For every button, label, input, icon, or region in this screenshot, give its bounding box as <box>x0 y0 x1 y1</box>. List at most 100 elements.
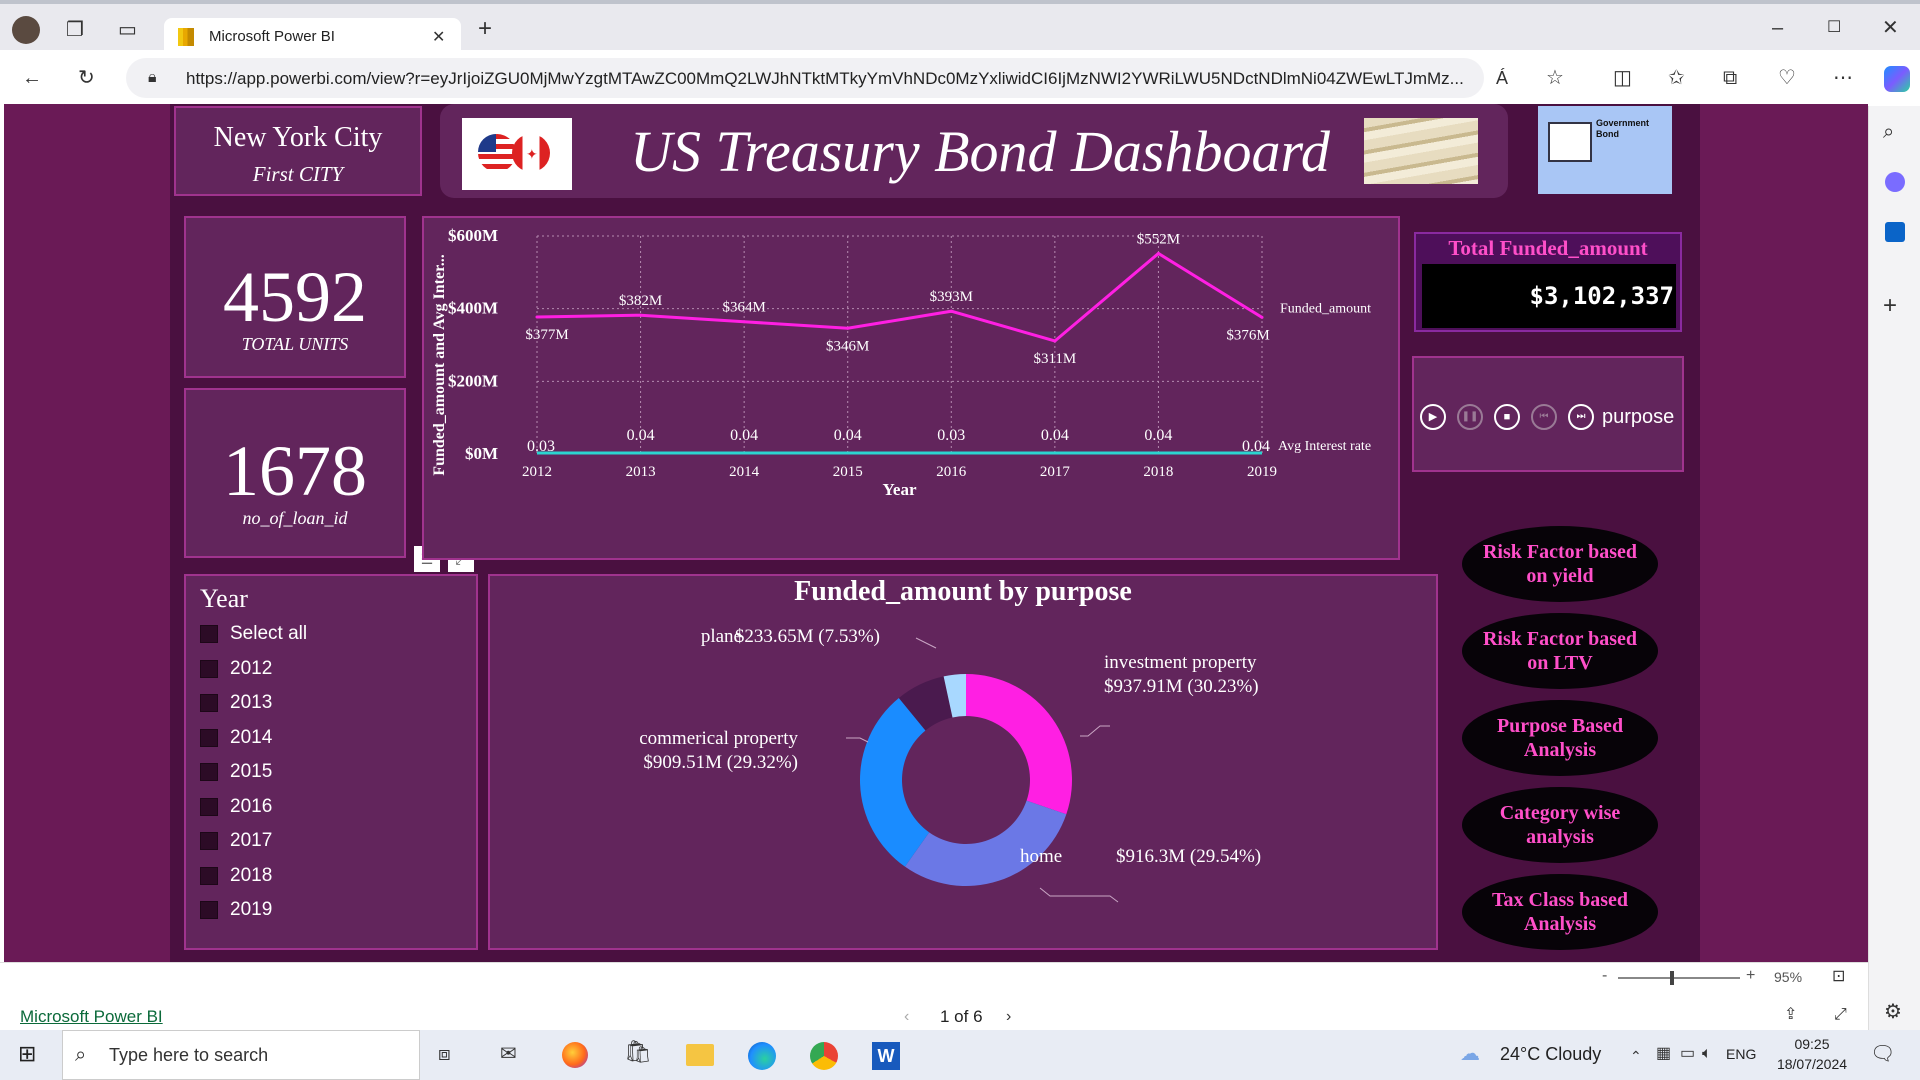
zoom-slider-track[interactable] <box>1618 977 1740 979</box>
city-subtitle: First CITY <box>252 162 344 186</box>
refresh-icon[interactable]: ↻ <box>78 68 95 88</box>
data-label-avg-interest-rate: 0.04 <box>730 427 758 444</box>
slicer-item[interactable]: 2014 <box>200 726 272 750</box>
zoom-minus[interactable]: - <box>1602 967 1607 985</box>
maximize-icon[interactable]: ☐ <box>1827 18 1841 38</box>
taskbar-search-icon: ⌕ <box>75 1044 87 1066</box>
taskbar-search-box[interactable]: ⌕ Type here to search <box>62 1030 420 1080</box>
stop-icon[interactable]: ■ <box>1494 404 1520 430</box>
zoom-slider-thumb[interactable] <box>1670 971 1674 985</box>
back-icon[interactable]: ← <box>22 68 42 88</box>
x-tick-label: 2014 <box>729 464 760 480</box>
slice-label-name: home <box>1020 846 1062 867</box>
url-field[interactable]: 🔒︎ https://app.powerbi.com/view?r=eyJrIj… <box>126 58 1484 98</box>
next-page-icon[interactable]: › <box>1006 1007 1011 1027</box>
powerbi-link[interactable]: Microsoft Power BI <box>20 1007 163 1027</box>
read-aloud-icon[interactable]: Á <box>1496 68 1508 88</box>
task-view-icon[interactable]: ⧈ <box>438 1044 451 1064</box>
windows-start-icon[interactable]: ⊞ <box>18 1043 36 1065</box>
slicer-item[interactable]: 2017 <box>200 829 272 853</box>
donut-slice[interactable] <box>904 800 1067 886</box>
slicer-checkbox[interactable] <box>200 832 218 850</box>
data-label-funded-amount: $382M <box>619 293 662 309</box>
volume-icon[interactable]: 🔈︎ <box>1702 1044 1712 1064</box>
minimize-icon[interactable]: – <box>1772 18 1783 38</box>
slicer-checkbox[interactable] <box>200 728 218 747</box>
split-screen-icon[interactable]: ◫ <box>1613 68 1632 88</box>
slicer-item[interactable]: 2015 <box>200 760 272 784</box>
city-title: New York City <box>213 122 383 153</box>
zoom-plus[interactable]: + <box>1746 967 1755 985</box>
favorites-icon[interactable]: ✩ <box>1668 68 1685 88</box>
weather-text[interactable]: 24°C Cloudy <box>1500 1044 1601 1065</box>
slicer-item[interactable]: 2012 <box>200 657 272 681</box>
x-tick-label: 2016 <box>936 464 967 480</box>
new-tab-icon[interactable]: + <box>478 17 492 41</box>
taskbar-search-placeholder: Type here to search <box>109 1045 269 1065</box>
workspaces-icon[interactable]: ❐ <box>66 20 84 40</box>
slicer-checkbox[interactable] <box>200 694 218 712</box>
nav-button[interactable]: Risk Factor based on yield <box>1462 526 1658 602</box>
weather-cloud-icon[interactable]: ☁ <box>1460 1044 1480 1064</box>
close-tab-icon[interactable]: ✕ <box>432 28 445 48</box>
slicer-item[interactable]: 2016 <box>200 795 272 819</box>
tab-actions-icon[interactable]: ▭ <box>118 20 137 40</box>
slicer-item[interactable]: 2013 <box>200 691 272 715</box>
clock-date[interactable]: 18/07/2024 <box>1772 1056 1852 1072</box>
donut-slice[interactable] <box>860 697 930 867</box>
previous-icon[interactable]: ⏮ <box>1531 404 1557 430</box>
data-point-funded-amount <box>949 309 953 313</box>
slicer-checkbox[interactable] <box>200 659 218 678</box>
firefox-icon[interactable] <box>562 1042 588 1068</box>
store-icon[interactable]: 🛍︎ <box>624 1041 652 1063</box>
slice-label-value: $937.91M (30.23%) <box>1104 676 1259 697</box>
mail-icon[interactable]: ✉ <box>500 1044 517 1064</box>
play-icon[interactable]: ▶ <box>1420 404 1446 430</box>
slicer-checkbox[interactable] <box>200 625 218 643</box>
donut-slice[interactable] <box>966 674 1072 815</box>
nav-button[interactable]: Tax Class based Analysis <box>1462 874 1658 950</box>
slicer-checkbox[interactable] <box>200 866 218 885</box>
share-icon[interactable]: ⇪ <box>1784 1005 1797 1025</box>
slicer-item[interactable]: 2018 <box>200 864 272 888</box>
edge-taskbar-icon[interactable] <box>748 1042 776 1070</box>
nav-button[interactable]: Risk Factor based on LTV <box>1462 613 1658 689</box>
nav-button[interactable]: Purpose Based Analysis <box>1462 700 1658 776</box>
data-label-funded-amount: $376M <box>1226 327 1269 343</box>
settings-gear-icon[interactable]: ⚙ <box>1884 1002 1902 1022</box>
profile-avatar[interactable] <box>12 16 40 44</box>
pause-icon[interactable]: ❚❚ <box>1457 404 1483 430</box>
previous-page-icon[interactable]: ‹ <box>904 1007 909 1027</box>
word-icon[interactable]: W <box>872 1042 900 1070</box>
fullscreen-icon[interactable]: ⤢ <box>1834 1005 1847 1025</box>
copilot-sidebar-icon[interactable] <box>1885 172 1905 192</box>
tray-chevron-icon[interactable]: ⌃ <box>1630 1046 1642 1066</box>
language-indicator[interactable]: ENG <box>1726 1046 1756 1062</box>
next-icon[interactable]: ⏭ <box>1568 404 1594 430</box>
slicer-item[interactable]: 2019 <box>200 898 272 922</box>
network-icon[interactable]: ▦ <box>1656 1044 1671 1064</box>
battery-icon[interactable]: ▭ <box>1680 1044 1695 1064</box>
slicer-checkbox[interactable] <box>200 797 218 816</box>
search-icon[interactable]: ⌕ <box>1883 122 1894 142</box>
slicer-checkbox[interactable] <box>200 763 218 781</box>
line-chart-card: $0M $200M $400M $600M 2012 2013 2014 2015 2016 20… <box>422 216 1400 560</box>
slicer-item[interactable]: Select all <box>200 622 307 646</box>
nav-button[interactable]: Category wise analysis <box>1462 787 1658 863</box>
clock-time[interactable]: 09:25 <box>1772 1036 1852 1052</box>
collections-icon[interactable]: ⧉ <box>1723 68 1737 88</box>
outlook-icon[interactable] <box>1885 222 1905 242</box>
copilot-icon[interactable] <box>1884 66 1910 92</box>
file-explorer-icon[interactable] <box>686 1044 714 1066</box>
address-bar-row: ← ↻ 🔒︎ https://app.powerbi.com/view?r=ey… <box>0 50 1920 106</box>
add-sidebar-icon[interactable]: + <box>1883 294 1897 318</box>
browser-essentials-icon[interactable]: ♡ <box>1778 68 1796 88</box>
slicer-checkbox[interactable] <box>200 901 218 919</box>
more-menu-icon[interactable]: ⋯ <box>1833 68 1853 88</box>
gov-bond-title: Government Bond <box>1596 118 1650 139</box>
chrome-icon[interactable] <box>810 1042 838 1070</box>
notifications-icon[interactable]: 🗨︎ <box>1870 1044 1895 1064</box>
fit-to-page-icon[interactable]: ⊡ <box>1832 967 1845 987</box>
favorite-star-icon[interactable]: ☆ <box>1546 68 1564 88</box>
close-window-icon[interactable]: ✕ <box>1882 18 1899 38</box>
